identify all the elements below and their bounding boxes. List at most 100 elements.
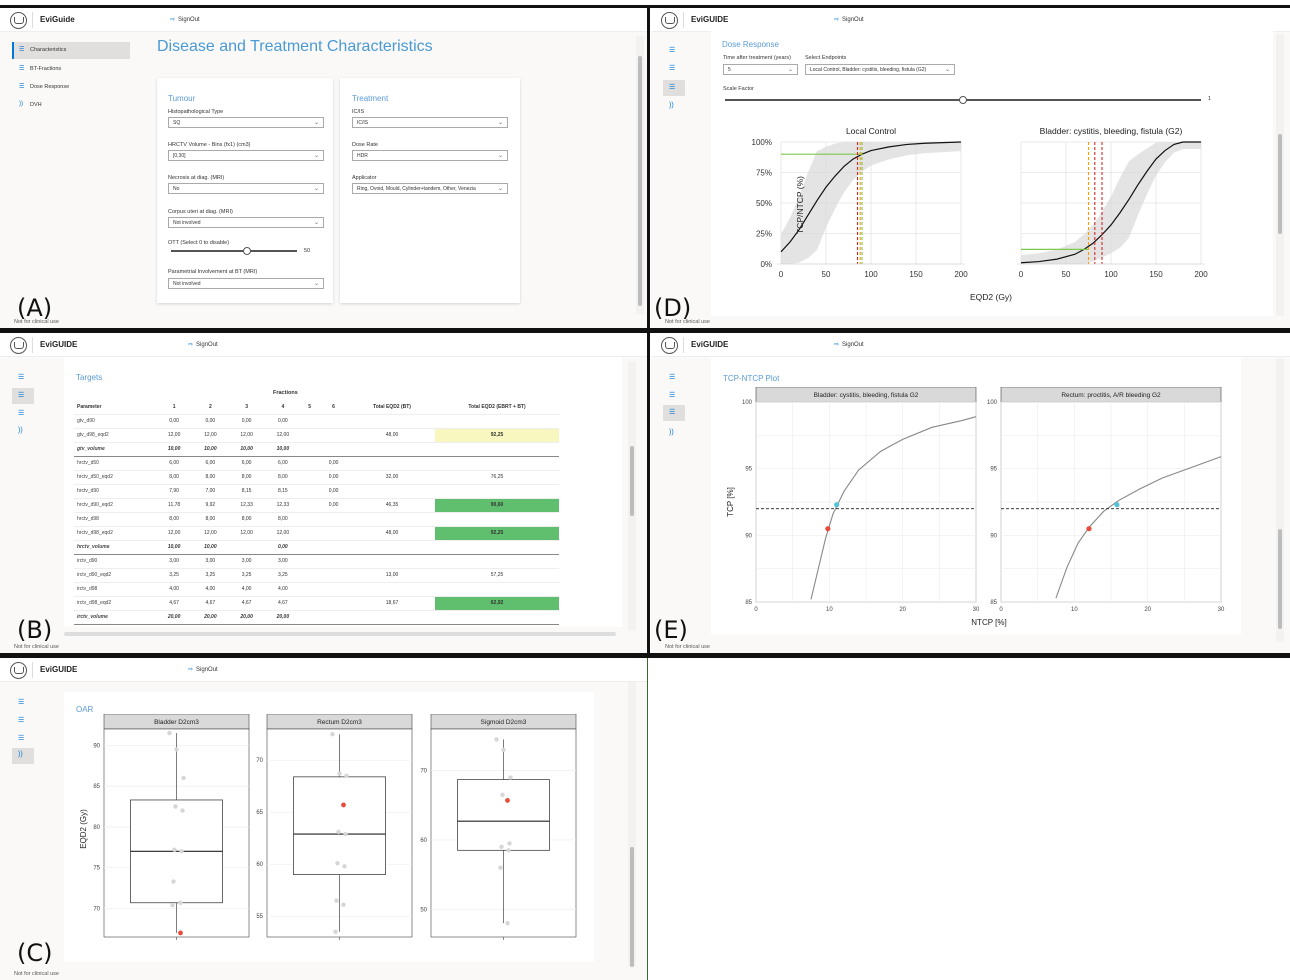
data-point [343,831,348,837]
data-point [344,773,349,778]
sidebar-item-bt-fractions[interactable]: ☰ [12,388,34,404]
sidebar-item-bt-fractions[interactable]: ☰ [18,716,32,726]
corpus-uteri-select[interactable]: Not involved ⌄ [168,217,324,228]
wave-icon: )) [18,751,23,758]
sidebar-item-dvh[interactable]: )) [669,429,683,439]
table-cell [318,442,349,457]
chevron-down-icon: ⌄ [313,186,319,192]
signout-button[interactable]: ⇨ SignOut [188,341,218,348]
table-cell: 8,15 [264,484,301,499]
table-cell: 4,00 [192,582,229,597]
dose-rate-select[interactable]: HDR ⌄ [352,150,508,161]
signout-button[interactable]: ⇨ SignOut [834,341,864,348]
table-header: 3 [228,400,265,415]
scrollbar[interactable] [636,36,644,314]
endpoints-select[interactable]: Local Control, Bladder: cystitis, bleedi… [805,64,955,75]
table-cell [300,512,319,527]
ott-slider[interactable] [171,247,297,255]
table-cell: 8,00 [155,512,193,527]
scrollbar[interactable] [628,361,636,631]
parametrial-select[interactable]: Not involved ⌄ [168,278,324,289]
sidebar-item-bt-fractions[interactable]: ☰ [669,64,683,74]
sidebar-item-dose-response[interactable]: ☰ [18,409,32,419]
ott-slider-thumb[interactable] [242,247,251,255]
sidebar-item-bt-fractions[interactable]: ☰ BT-Fractions [14,62,124,76]
y-tick-label: 100% [752,138,772,147]
table-cell: 12,00 [264,428,301,443]
applicator-select[interactable]: Ring, Ovoid, Mould, Cylinder+tandem, Oth… [352,183,508,194]
y-tick-label: 100 [742,400,753,406]
x-tick-label: 0 [754,607,758,613]
scrollbar[interactable] [628,682,636,967]
time-select[interactable]: 5 ⌄ [723,64,798,75]
x-tick-label: 10 [1071,607,1078,613]
table-cell [300,610,319,625]
sidebar-item-characteristics[interactable]: ☰ [669,373,683,383]
scrollbar[interactable] [1276,359,1284,641]
disclaimer: Not for clinical use [651,641,1290,653]
sidebar-item-dvh[interactable]: )) [18,427,32,437]
table-header: Total EQD2 (BT) [348,400,436,415]
table-cell [228,540,265,555]
scale-slider[interactable] [725,96,1201,104]
sidebar-item-dvh[interactable]: )) [669,102,683,112]
table-row: irctv_d90_eqd2 3,25 3,25 3,25 3,25 13,00 57,25 [74,568,559,583]
scrollbar[interactable] [1276,34,1284,316]
treatment-card: Treatment IC/IS IC/IS ⌄ Dose Rate HDR ⌄ Ap… [340,78,520,303]
necrosis-select[interactable]: No ⌄ [168,183,324,194]
table-cell: 4,67 [155,596,193,611]
table-cell: 57,25 [435,568,559,583]
hrctv-volume-select[interactable]: [0,30] ⌄ [168,150,324,161]
table-cell [348,540,436,555]
sidebar-item-characteristics[interactable]: ☰ [669,46,683,56]
signout-button[interactable]: ⇨ SignOut [188,666,218,673]
x-tick-label: 100 [864,270,878,279]
table-cell: 12,00 [192,526,229,541]
table-cell: 7,00 [192,484,229,499]
table-cell: irctv_d98 [74,582,156,597]
sidebar-item-bt-fractions[interactable]: ☰ [669,391,683,401]
table-cell: 76,25 [435,470,559,485]
sidebar-item-dose-response[interactable]: ☰ Dose Response [14,80,124,94]
table-cell: hrctv_d98 [74,512,156,527]
sidebar-item-dose-response[interactable]: ☰ [663,405,685,421]
y-tick-label: 90 [990,533,997,539]
sidebar-item-dvh[interactable]: )) DVH [14,98,124,112]
sidebar-item-dose-response[interactable]: ☰ [18,734,32,744]
table-cell: 12,00 [264,526,301,541]
sidebar-item-characteristics[interactable]: ☰ Characteristics [12,42,130,59]
x-tick-label: 150 [1149,270,1163,279]
eviguide-logo-icon [10,337,27,354]
ic-is-select[interactable]: IC/IS ⌄ [352,117,508,128]
sidebar-item-dose-response[interactable]: ☰ [663,80,685,96]
histopathological-type-select[interactable]: SQ ⌄ [168,117,324,128]
sidebar-item-dvh[interactable]: )) [12,748,34,764]
y-tick-label: 85 [745,600,752,606]
sidebar-item-characteristics[interactable]: ☰ [18,373,32,383]
signout-button[interactable]: ⇨ SignOut [170,16,200,23]
table-cell [435,582,559,597]
disclaimer: Not for clinical use [0,968,647,980]
y-tick-label: 85 [93,784,100,790]
y-tick-label: 95 [745,467,752,473]
table-cell [318,568,349,583]
fractions-header: Fractions [273,390,298,396]
eviguide-logo-icon [661,337,678,354]
chevron-down-icon: ⌄ [497,120,503,126]
signout-button[interactable]: ⇨ SignOut [834,16,864,23]
list-icon: ☰ [669,84,676,91]
y-tick-label: 90 [745,533,752,539]
data-point [173,804,178,809]
x-tick-label: 30 [1218,607,1225,613]
table-cell [300,526,319,541]
targets-table: Parameter 1 2 3 4 5 6 Total EQD2 (BT) Total EQD2… [74,400,559,625]
app-name: EviGUIDE [40,665,78,674]
table-row: gtv_volume 10,00 10,00 10,00 10,00 [74,442,559,457]
panel-b-targets: EviGUIDE ⇨ SignOut ☰ ☰ ☰ )) Targets Fract… [0,333,647,653]
scale-slider-thumb[interactable] [959,96,967,104]
table-cell [435,442,559,457]
sidebar-item-characteristics[interactable]: ☰ [18,698,32,708]
table-cell: hrctv_volume [74,540,156,555]
horizontal-scrollbar[interactable] [64,632,616,636]
table-header: 2 [192,400,229,415]
